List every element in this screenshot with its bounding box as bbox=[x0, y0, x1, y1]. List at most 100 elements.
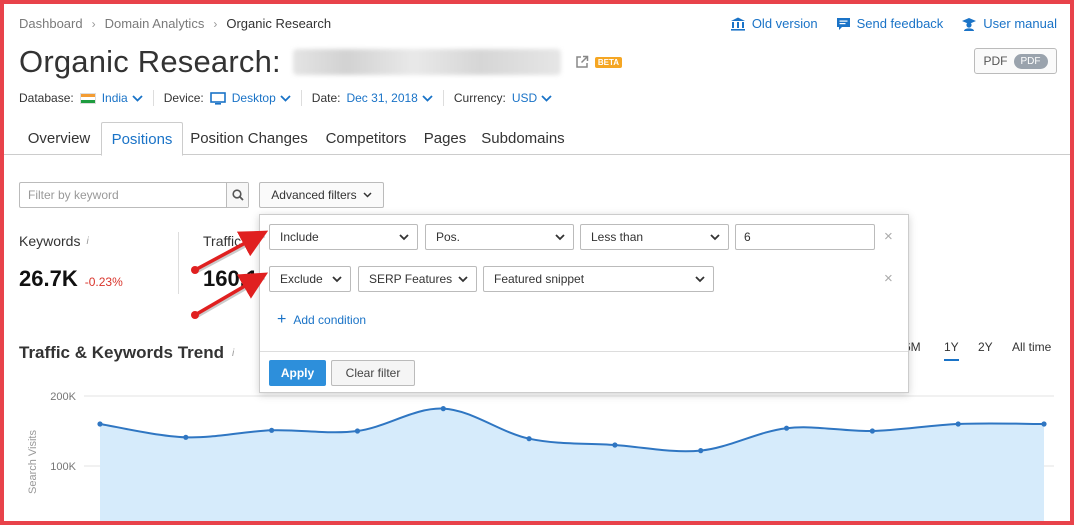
data-point[interactable] bbox=[955, 421, 961, 427]
device-value: Desktop bbox=[231, 91, 276, 105]
field-select[interactable]: Pos. bbox=[425, 224, 574, 250]
database-group: Database: India bbox=[19, 90, 154, 106]
keywords-metric-label: Keywords i bbox=[19, 233, 89, 249]
breadcrumb: Dashboard › Domain Analytics › Organic R… bbox=[19, 16, 331, 31]
range-all-time[interactable]: All time bbox=[1012, 340, 1051, 354]
chevron-down-icon bbox=[363, 192, 372, 198]
trend-chart: 200K 100K Search Visits bbox=[27, 391, 1054, 521]
trend-title: Traffic & Keywords Trend i bbox=[19, 343, 234, 363]
data-point[interactable] bbox=[269, 427, 275, 433]
currency-select[interactable]: USD bbox=[512, 91, 552, 105]
currency-label: Currency: bbox=[453, 91, 506, 105]
search-button[interactable] bbox=[226, 183, 248, 207]
info-icon[interactable]: i bbox=[86, 236, 88, 247]
chevron-right-icon: › bbox=[91, 16, 96, 31]
old-version-link[interactable]: Old version bbox=[730, 16, 818, 31]
user-manual-label: User manual bbox=[983, 16, 1057, 31]
data-point[interactable] bbox=[698, 448, 704, 454]
device-select[interactable]: Desktop bbox=[232, 91, 291, 105]
serp-features-select[interactable]: SERP Features bbox=[358, 266, 477, 292]
tab-pages[interactable]: Pages bbox=[420, 122, 470, 155]
data-point[interactable] bbox=[612, 442, 618, 448]
title-row: Organic Research: BETA bbox=[19, 44, 623, 80]
data-point[interactable] bbox=[1041, 421, 1047, 427]
chevron-down-icon bbox=[555, 233, 565, 240]
featured-snippet-select[interactable]: Featured snippet bbox=[483, 266, 714, 292]
data-point[interactable] bbox=[183, 434, 189, 440]
trend-title-text: Traffic & Keywords Trend bbox=[19, 343, 224, 362]
range-1y[interactable]: 1Y bbox=[944, 340, 959, 361]
data-point[interactable] bbox=[440, 406, 446, 412]
pdf-badge: PDF bbox=[1013, 53, 1048, 69]
tab-competitors[interactable]: Competitors bbox=[318, 122, 414, 155]
external-link-icon[interactable] bbox=[575, 55, 589, 69]
apply-button[interactable]: Apply bbox=[269, 360, 326, 386]
database-value: India bbox=[101, 91, 128, 105]
advanced-filter-popup: Include Pos. Less than × Exclude SERP Fe… bbox=[259, 214, 909, 393]
chevron-down-icon bbox=[332, 275, 342, 282]
info-icon[interactable]: i bbox=[232, 348, 234, 359]
add-condition-label: Add condition bbox=[293, 313, 367, 327]
data-point[interactable] bbox=[869, 428, 875, 434]
blurred-domain bbox=[292, 49, 561, 75]
traffic-metric-value: 160.1 bbox=[203, 266, 258, 292]
top-links: Old version Send feedback User manual bbox=[730, 16, 1057, 31]
send-feedback-label: Send feedback bbox=[856, 16, 944, 31]
tab-positions[interactable]: Positions bbox=[101, 122, 183, 156]
include-select[interactable]: Include bbox=[269, 224, 418, 250]
date-value: Dec 31, 2018 bbox=[346, 91, 418, 105]
date-group: Date: Dec 31, 2018 bbox=[312, 90, 444, 106]
chevron-right-icon: › bbox=[213, 16, 218, 31]
page: Dashboard › Domain Analytics › Organic R… bbox=[4, 4, 1070, 521]
advanced-filters-label: Advanced filters bbox=[271, 188, 357, 202]
field-select-value: Pos. bbox=[436, 230, 461, 244]
y-tick-label: 200K bbox=[50, 391, 76, 403]
chevron-down-icon bbox=[458, 275, 468, 282]
tab-subdomains[interactable]: Subdomains bbox=[478, 122, 568, 155]
data-point[interactable] bbox=[526, 436, 532, 442]
clear-filter-button[interactable]: Clear filter bbox=[331, 360, 415, 386]
date-label: Date: bbox=[311, 91, 341, 105]
breadcrumb-domain-analytics[interactable]: Domain Analytics bbox=[105, 16, 205, 31]
device-label: Device: bbox=[163, 91, 204, 105]
traffic-label: Traffic bbox=[203, 233, 242, 249]
currency-value: USD bbox=[511, 91, 538, 105]
database-select[interactable]: India bbox=[102, 91, 143, 105]
remove-condition-1-icon[interactable]: × bbox=[884, 228, 893, 245]
date-select[interactable]: Dec 31, 2018 bbox=[346, 91, 433, 105]
metric-divider bbox=[178, 232, 179, 294]
position-value-input[interactable] bbox=[735, 224, 875, 250]
data-point[interactable] bbox=[97, 421, 103, 427]
breadcrumb-dashboard[interactable]: Dashboard bbox=[19, 16, 83, 31]
exclude-select[interactable]: Exclude bbox=[269, 266, 351, 292]
user-manual-link[interactable]: User manual bbox=[961, 16, 1057, 31]
traffic-value[interactable]: 160.1 bbox=[203, 266, 258, 292]
database-label: Database: bbox=[19, 91, 74, 105]
keyword-filter bbox=[19, 182, 249, 208]
chevron-down-icon bbox=[422, 94, 433, 102]
add-condition-link[interactable]: + Add condition bbox=[277, 312, 367, 328]
operator-select[interactable]: Less than bbox=[580, 224, 729, 250]
advanced-filters-button[interactable]: Advanced filters bbox=[259, 182, 384, 208]
y-axis-label: Search Visits bbox=[27, 430, 39, 494]
device-group: Device: Desktop bbox=[164, 90, 302, 106]
send-feedback-link[interactable]: Send feedback bbox=[836, 16, 944, 31]
pdf-button[interactable]: PDF PDF bbox=[974, 48, 1057, 74]
data-point[interactable] bbox=[354, 428, 361, 434]
desktop-icon bbox=[209, 91, 226, 105]
data-point[interactable] bbox=[783, 425, 790, 431]
range-2y[interactable]: 2Y bbox=[978, 340, 993, 354]
keywords-value[interactable]: 26.7K bbox=[19, 266, 78, 292]
pdf-button-label: PDF bbox=[983, 54, 1008, 68]
tab-overview[interactable]: Overview bbox=[19, 122, 99, 155]
popup-footer-divider bbox=[260, 351, 908, 352]
remove-condition-2-icon[interactable]: × bbox=[884, 270, 893, 287]
old-version-label: Old version bbox=[751, 16, 818, 31]
serp-features-select-value: SERP Features bbox=[369, 272, 453, 286]
chevron-down-icon bbox=[132, 94, 143, 102]
keyword-filter-input[interactable] bbox=[20, 183, 226, 207]
tab-position-changes[interactable]: Position Changes bbox=[187, 122, 311, 155]
page-title: Organic Research: bbox=[19, 44, 281, 79]
keywords-change: -0.23% bbox=[84, 275, 123, 289]
search-icon bbox=[231, 189, 244, 201]
